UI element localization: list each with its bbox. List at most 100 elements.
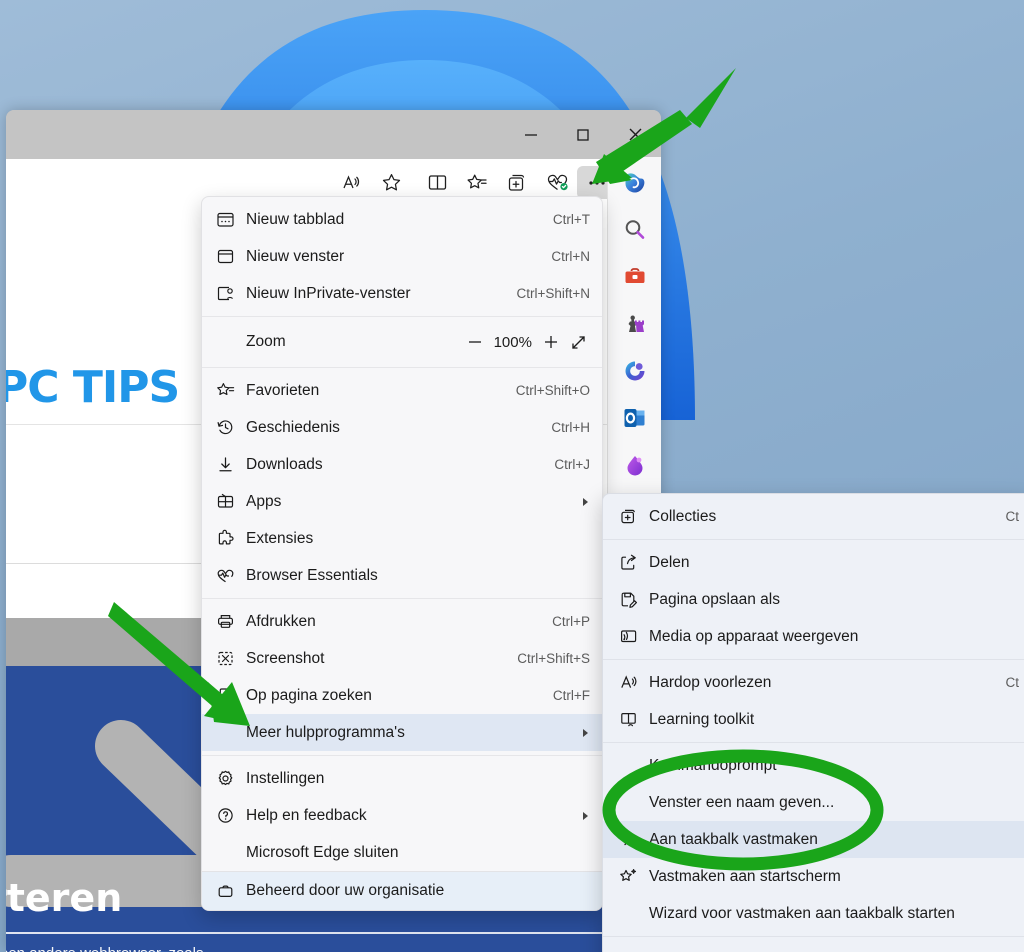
submenu-separator [603,539,1024,540]
submenu-item-label: Venster een naam geven... [649,794,1019,812]
submenu-item-pagina-opslaan-als[interactable]: Pagina opslaan als [603,581,1024,618]
menu-item-meer-hulpprogrammas[interactable]: Meer hulpprogramma's [202,714,602,751]
menu-item-inprivate-venster[interactable]: Nieuw InPrivate-venster Ctrl+Shift+N [202,275,602,312]
fullscreen-button[interactable] [564,333,592,352]
print-icon [216,612,246,631]
collections-icon [619,507,649,526]
menu-item-accelerator: Ctrl+H [551,420,590,435]
menu-separator [202,316,602,317]
hero-divider [6,932,661,934]
history-icon [216,418,246,437]
submenu-item-aan-taakbalk-vastmaken[interactable]: Aan taakbalk vastmaken [603,821,1024,858]
menu-item-label: Browser Essentials [246,567,590,585]
sidebar-item-search[interactable] [615,210,655,250]
more-tools-submenu: Collecties Ct Delen [602,493,1024,952]
address-bar-actions [331,166,411,200]
sidebar-item-microsoft365[interactable] [615,351,655,391]
menu-item-label: Extensies [246,530,590,548]
sidebar-item-drop[interactable] [615,445,655,485]
menu-item-op-pagina-zoeken[interactable]: Op pagina zoeken Ctrl+F [202,677,602,714]
menu-item-help-en-feedback[interactable]: Help en feedback [202,797,602,834]
window-title-bar [6,110,661,159]
menu-separator [202,367,602,368]
settings-and-more-menu: Nieuw tabblad Ctrl+T Nieuw venster Ctrl+… [201,196,603,911]
submenu-item-kommandoprompt[interactable]: Kommandoprompt [603,747,1024,784]
pin-taskbar-icon [619,830,649,849]
submenu-item-media-op-apparaat-weergeven[interactable]: Media op apparaat weergeven [603,618,1024,655]
share-icon [619,553,649,572]
menu-item-screenshot[interactable]: Screenshot Ctrl+Shift+S [202,640,602,677]
search-icon [622,217,648,243]
menu-item-instellingen[interactable]: Instellingen [202,760,602,797]
menu-item-microsoft-edge-sluiten[interactable]: Microsoft Edge sluiten [202,834,602,871]
favorites-icon[interactable] [457,166,497,199]
menu-item-accelerator: Ctrl+Shift+N [516,286,590,301]
submenu-item-label: Vastmaken aan startscherm [649,868,1019,886]
read-aloud-icon[interactable] [331,166,371,199]
pin-start-icon [619,867,649,886]
favorite-star-icon[interactable] [371,166,411,199]
menu-item-label: Nieuw venster [246,248,551,266]
menu-item-accelerator: Ctrl+T [553,212,590,227]
menu-item-accelerator: Ctrl+J [554,457,590,472]
close-button[interactable] [609,110,661,159]
sidebar-item-outlook[interactable] [615,398,655,438]
find-on-page-icon [216,686,246,705]
menu-item-label: Downloads [246,456,554,474]
menu-item-label: Nieuw tabblad [246,211,553,229]
edge-sidebar [607,157,661,497]
split-screen-icon[interactable] [417,166,457,199]
menu-item-nieuw-tabblad[interactable]: Nieuw tabblad Ctrl+T [202,201,602,238]
maximize-button[interactable] [557,110,609,159]
submenu-item-learning-toolkit[interactable]: Learning toolkit [603,701,1024,738]
submenu-item-accelerator: Ct [1006,675,1020,690]
menu-item-nieuw-venster[interactable]: Nieuw venster Ctrl+N [202,238,602,275]
menu-item-downloads[interactable]: Downloads Ctrl+J [202,446,602,483]
menu-item-beheerd-door-uw-organisatie[interactable]: Beheerd door uw organisatie [202,871,602,910]
sidebar-item-games[interactable] [615,304,655,344]
menu-item-apps[interactable]: Apps [202,483,602,520]
collections-icon[interactable] [497,166,537,199]
zoom-label: Zoom [216,333,461,351]
submenu-item-collecties[interactable]: Collecties Ct [603,498,1024,535]
sidebar-item-copilot[interactable] [615,163,655,203]
chevron-right-icon [574,728,590,738]
menu-item-accelerator: Ctrl+Shift+S [517,651,590,666]
window-controls [505,110,661,159]
menu-item-browser-essentials[interactable]: Browser Essentials [202,557,602,594]
submenu-item-venster-een-naam-geven[interactable]: Venster een naam geven... [603,784,1024,821]
submenu-item-hardop-voorlezen[interactable]: Hardop voorlezen Ct [603,664,1024,701]
menu-item-geschiedenis[interactable]: Geschiedenis Ctrl+H [202,409,602,446]
submenu-item-label: Delen [649,554,1019,572]
menu-item-accelerator: Ctrl+P [552,614,590,629]
submenu-separator [603,936,1024,937]
menu-item-label: Instellingen [246,770,590,788]
submenu-item-vastmaken-aan-startscherm[interactable]: Vastmaken aan startscherm [603,858,1024,895]
submenu-item-label: Learning toolkit [649,711,1019,729]
submenu-item-label: Media op apparaat weergeven [649,628,1019,646]
briefcase-icon [216,882,246,901]
submenu-item-accelerator: Ct [1006,509,1020,524]
minimize-button[interactable] [505,110,557,159]
favorites-icon [216,381,246,400]
chevron-right-icon [574,497,590,507]
menu-item-label: Help en feedback [246,807,574,825]
extensions-icon [216,529,246,548]
sidebar-item-tools[interactable] [615,257,655,297]
menu-item-label: Nieuw InPrivate-venster [246,285,516,303]
zoom-out-button[interactable] [461,333,489,351]
submenu-item-delen[interactable]: Delen [603,544,1024,581]
zoom-in-button[interactable] [537,333,565,351]
submenu-item-wizard-vastmaken-taakbalk[interactable]: Wizard voor vastmaken aan taakbalk start… [603,895,1024,932]
desktop-screen: PC TIPS rteren een andere webbrowser, zo [0,0,1024,952]
submenu-item-browsertaakbeheer[interactable]: Browsertaakbeheer [603,941,1024,952]
menu-item-label: Favorieten [246,382,516,400]
menu-item-afdrukken[interactable]: Afdrukken Ctrl+P [202,603,602,640]
browser-essentials-icon[interactable] [537,166,577,199]
menu-item-extensies[interactable]: Extensies [202,520,602,557]
menu-item-label: Screenshot [246,650,517,668]
submenu-item-label: Kommandoprompt [649,757,1019,775]
menu-item-accelerator: Ctrl+N [551,249,590,264]
new-window-icon [216,247,246,266]
menu-item-favorieten[interactable]: Favorieten Ctrl+Shift+O [202,372,602,409]
